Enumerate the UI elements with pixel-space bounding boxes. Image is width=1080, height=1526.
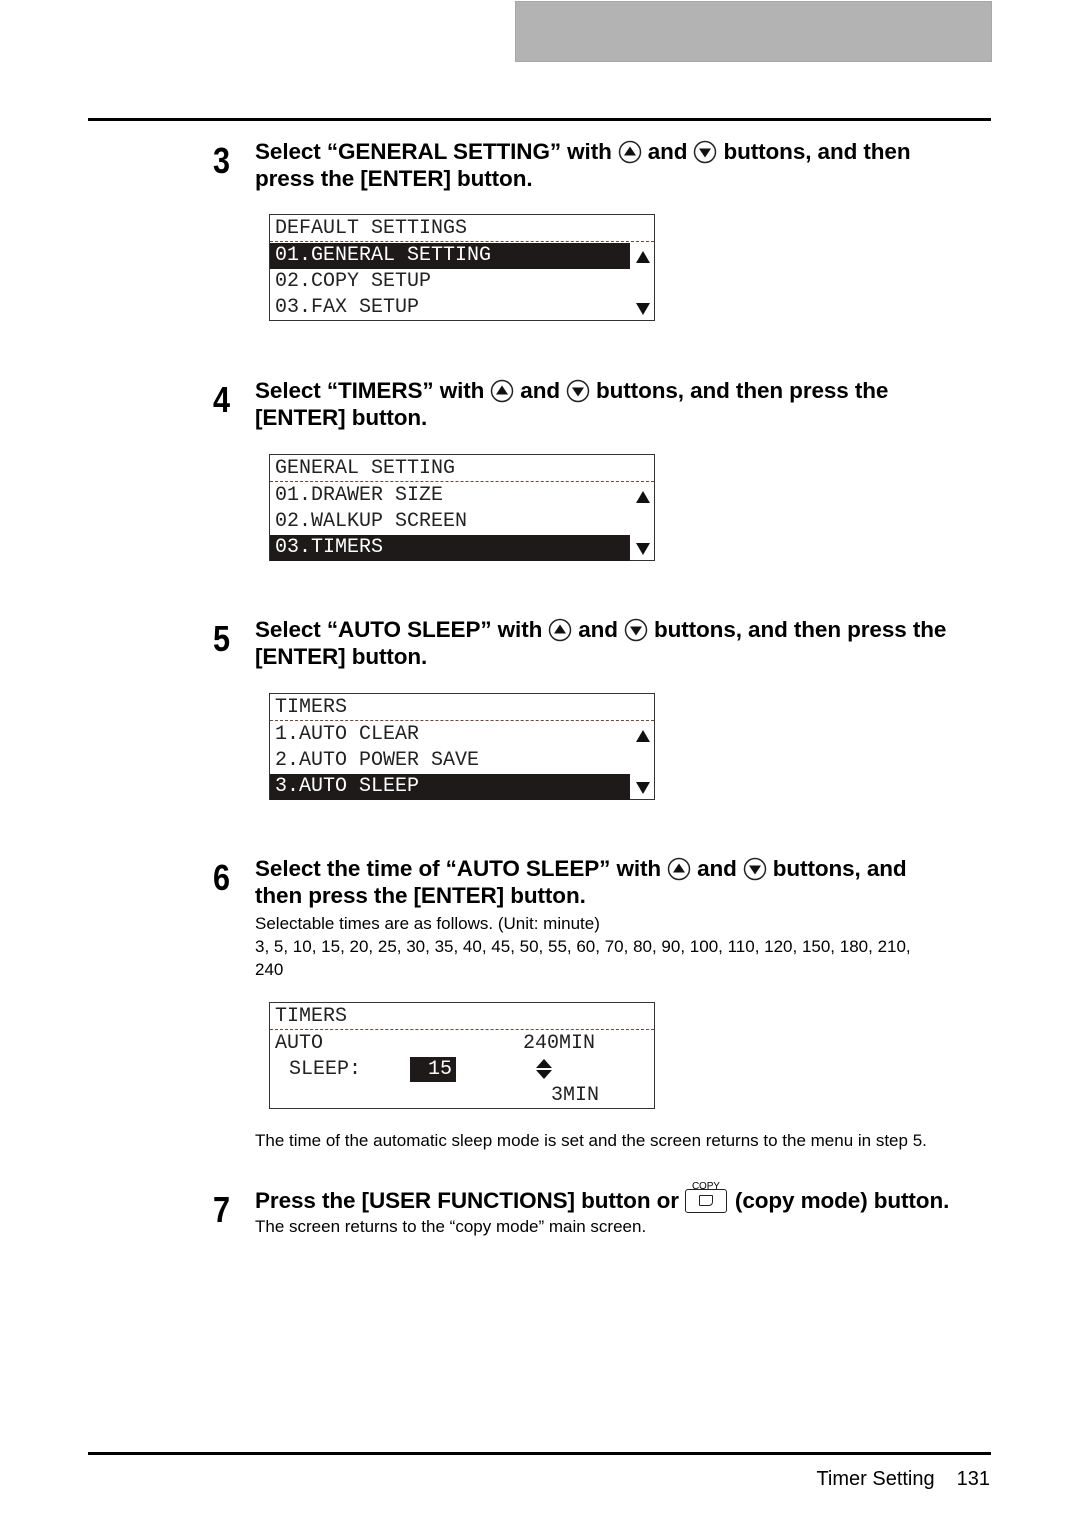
title-text: and: [647, 139, 688, 164]
lcd-title: TIMERS: [275, 1005, 348, 1028]
lcd-general-setting: GENERAL SETTING 01.DRAWER SIZE 02.WALKUP…: [269, 454, 655, 561]
up-arrow-button-icon: [618, 140, 642, 164]
title-text: and: [578, 617, 618, 642]
result-text: The screen returns to the “copy mode” ma…: [255, 1217, 647, 1236]
scroll-down-icon: [636, 782, 650, 794]
result-text: The time of the automatic sleep mode is …: [255, 1131, 927, 1150]
step-4: 4 Select “TIMERS” with and buttons, and th…: [213, 377, 1003, 431]
lcd-default-settings: DEFAULT SETTINGS 01.GENERAL SETTING 02.C…: [269, 214, 655, 321]
lcd-menu-item[interactable]: 03.FAX SETUP: [270, 295, 654, 321]
selectable-values-cont: 240: [255, 960, 284, 979]
page-footer: Timer Setting 131: [816, 1468, 990, 1491]
title-text: Select “TIMERS” with: [255, 378, 485, 403]
step-number: 6: [213, 857, 230, 898]
step-title: Select “GENERAL SETTING” with and buttons,…: [255, 138, 1003, 192]
title-text: buttons, and then press the: [653, 617, 947, 642]
lcd-menu-item[interactable]: 2.AUTO POWER SAVE: [270, 748, 654, 774]
lcd-menu-item[interactable]: 01.DRAWER SIZE: [270, 483, 654, 509]
title-text: Press the [USER FUNCTIONS] button or: [255, 1188, 679, 1213]
step-number: 3: [213, 140, 230, 181]
title-text: Select the time of “AUTO SLEEP” with: [255, 856, 662, 881]
page-number: 131: [956, 1468, 990, 1490]
title-text: Select “AUTO SLEEP” with: [255, 617, 543, 642]
scroll-down-icon: [636, 303, 650, 315]
step-title: Press the [USER FUNCTIONS] button or COPY…: [255, 1181, 1003, 1214]
scroll-up-icon: [636, 491, 650, 503]
step-title: Select the time of “AUTO SLEEP” with and b…: [255, 855, 1003, 909]
scroll-up-icon: [636, 251, 650, 263]
copy-glyph-icon: [698, 1195, 713, 1206]
lcd-label-sleep: SLEEP:: [289, 1058, 362, 1081]
lcd-menu-item[interactable]: 02.COPY SETUP: [270, 269, 654, 295]
title-text: and: [520, 378, 560, 403]
step-title: Select “TIMERS” with and buttons, and then…: [255, 377, 1003, 431]
bottom-rule: [88, 1452, 991, 1455]
top-rule: [88, 118, 991, 121]
step-5: 5 Select “AUTO SLEEP” with and buttons, an…: [213, 616, 1003, 670]
lcd-timers-menu: TIMERS 1.AUTO CLEAR 2.AUTO POWER SAVE 3.…: [269, 693, 655, 800]
title-text: Select “GENERAL SETTING” with: [255, 139, 612, 164]
lcd-auto-sleep-value: TIMERS AUTO 240MIN SLEEP: 15 3MIN: [269, 1002, 655, 1109]
lcd-max-label: 240MIN: [523, 1032, 596, 1055]
scroll-down-icon: [636, 543, 650, 555]
down-arrow-button-icon: [624, 618, 648, 642]
step-number: 5: [213, 618, 230, 659]
lcd-divider: [270, 481, 654, 482]
lcd-menu-item-selected[interactable]: 3.AUTO SLEEP: [270, 774, 630, 800]
step-number: 7: [213, 1189, 230, 1230]
step-title: Select “AUTO SLEEP” with and buttons, and …: [255, 616, 1003, 670]
lcd-divider: [270, 720, 654, 721]
lcd-menu-item-selected[interactable]: 03.TIMERS: [270, 535, 630, 561]
title-text: (copy mode) button.: [734, 1188, 950, 1213]
down-arrow-button-icon: [566, 379, 590, 403]
lcd-title: DEFAULT SETTINGS: [275, 217, 468, 240]
step-3: 3 Select “GENERAL SETTING” with and button…: [213, 138, 1003, 192]
lcd-menu-item[interactable]: 1.AUTO CLEAR: [270, 722, 654, 748]
up-arrow-button-icon: [490, 379, 514, 403]
scroll-up-icon: [636, 730, 650, 742]
title-text: then press the [ENTER] button.: [255, 883, 586, 908]
header-tab: [515, 1, 992, 62]
down-arrow-button-icon: [743, 857, 767, 881]
step-body: Selectable times are as follows. (Unit: …: [255, 912, 1003, 981]
up-arrow-button-icon: [667, 857, 691, 881]
title-text: buttons, and: [772, 856, 907, 881]
title-text: press the [ENTER] button.: [255, 166, 533, 191]
footer-section-title: Timer Setting: [816, 1468, 935, 1490]
lcd-divider: [270, 1029, 654, 1030]
note-text: Selectable times are as follows. (Unit: …: [255, 914, 600, 933]
lcd-min-label: 3MIN: [551, 1084, 600, 1107]
lcd-menu-item-selected[interactable]: 01.GENERAL SETTING: [270, 243, 630, 269]
title-text: [ENTER] button.: [255, 405, 428, 430]
step-6: 6 Select the time of “AUTO SLEEP” with an…: [213, 855, 1003, 981]
copy-mode-key-icon: COPY: [684, 1181, 727, 1213]
title-text: [ENTER] button.: [255, 644, 428, 669]
step-7: 7 Press the [USER FUNCTIONS] button or CO…: [213, 1181, 1003, 1238]
selectable-values: 3, 5, 10, 15, 20, 25, 30, 35, 40, 45, 50…: [255, 937, 911, 956]
step-number: 4: [213, 379, 230, 420]
title-text: buttons, and then press the: [596, 378, 889, 403]
lcd-menu-item[interactable]: 02.WALKUP SCREEN: [270, 509, 654, 535]
lcd-title: TIMERS: [275, 696, 348, 719]
down-arrow-button-icon: [693, 140, 717, 164]
step-6-result: The time of the automatic sleep mode is …: [213, 1129, 1003, 1152]
lcd-divider: [270, 241, 654, 242]
title-text: and: [697, 856, 737, 881]
increase-icon: [536, 1059, 552, 1068]
sleep-value-field[interactable]: 15: [410, 1057, 456, 1082]
title-text: buttons, and then: [723, 139, 911, 164]
decrease-icon: [536, 1070, 552, 1079]
up-arrow-button-icon: [548, 618, 572, 642]
lcd-title: GENERAL SETTING: [275, 457, 456, 480]
